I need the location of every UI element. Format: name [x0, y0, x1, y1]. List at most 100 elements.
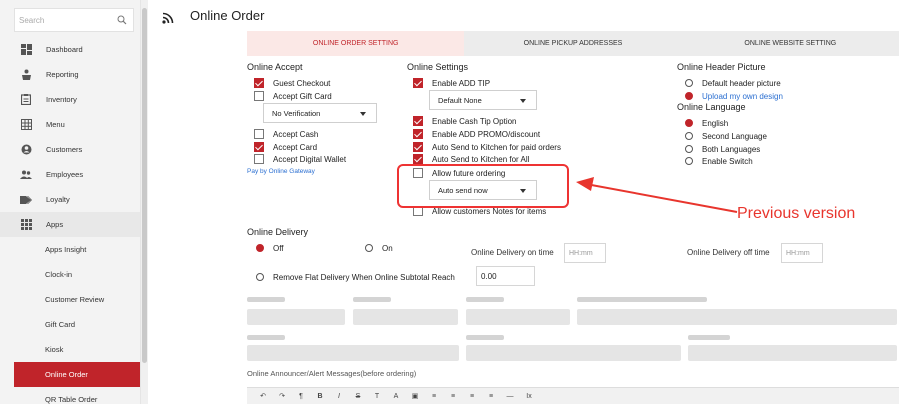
gift-card-verification-select[interactable]: No Verification [263, 103, 377, 123]
highlight-button[interactable]: ▣ [407, 392, 423, 400]
upload-design-radio[interactable] [685, 92, 693, 100]
kitchen-all-label: Auto Send to Kitchen for All [432, 154, 530, 164]
align-center-button[interactable]: ≡ [445, 393, 461, 400]
sidebar-subitem-gift-card[interactable]: Gift Card [14, 312, 140, 337]
enable-tip-option[interactable]: Enable ADD TIP [413, 77, 490, 89]
kitchen-paid-option[interactable]: Auto Send to Kitchen for paid orders [413, 141, 561, 153]
sidebar-item-inventory[interactable]: Inventory [0, 87, 140, 112]
tip-default-value: Default None [438, 95, 482, 105]
promo-checkbox[interactable] [413, 129, 423, 139]
reporting-icon [20, 69, 32, 81]
tab-online-pickup-addresses[interactable]: ONLINE PICKUP ADDRESSES [464, 31, 681, 56]
scrollbar-thumb[interactable] [142, 8, 147, 363]
sidebar-search[interactable] [14, 8, 134, 32]
sidebar-item-employees[interactable]: Employees [0, 162, 140, 187]
align-right-button[interactable]: ≡ [464, 393, 480, 400]
second-language-option[interactable]: Second Language [685, 130, 767, 142]
font-size-button[interactable]: T [369, 393, 385, 400]
sidebar-scrollbar[interactable] [140, 0, 148, 404]
delivery-on-option[interactable]: On [365, 242, 393, 254]
sidebar-item-reporting[interactable]: Reporting [0, 62, 140, 87]
sidebar-item-loyalty[interactable]: Loyalty [0, 187, 140, 212]
accept-card-checkbox[interactable] [254, 142, 264, 152]
promo-option[interactable]: Enable ADD PROMO/discount [413, 128, 540, 140]
enable-switch-option[interactable]: Enable Switch [685, 155, 753, 167]
kitchen-all-checkbox[interactable] [413, 154, 423, 164]
accept-wallet-checkbox[interactable] [254, 154, 264, 164]
dashboard-icon [20, 44, 32, 56]
both-languages-option[interactable]: Both Languages [685, 143, 760, 155]
font-color-button[interactable]: A [388, 393, 404, 400]
italic-button[interactable]: I [331, 393, 347, 400]
delivery-off-option[interactable]: Off [256, 242, 284, 254]
accept-card-option[interactable]: Accept Card [254, 141, 317, 153]
sidebar-item-customers[interactable]: Customers [0, 137, 140, 162]
delivery-on-time-input[interactable]: HH:mm [564, 243, 606, 263]
sidebar-item-dashboard[interactable]: Dashboard [0, 37, 140, 62]
guest-checkout-checkbox[interactable] [254, 78, 264, 88]
online-settings-title: Online Settings [407, 62, 469, 72]
pay-by-gateway-link[interactable]: Pay by Online Gateway [247, 168, 315, 175]
remove-flat-delivery-label: Remove Flat Delivery When Online Subtota… [273, 272, 455, 282]
sidebar-subitem-online-order[interactable]: Online Order [14, 362, 140, 387]
clear-format-button[interactable]: Ix [521, 393, 537, 400]
flat-delivery-amount-input[interactable]: 0.00 [476, 266, 535, 286]
sidebar-item-label: Apps [46, 220, 64, 229]
sidebar-subitem-clock-in[interactable]: Clock-in [14, 262, 140, 287]
sidebar-subitem-apps-insight[interactable]: Apps Insight [14, 237, 140, 262]
blurred-field [466, 309, 570, 325]
upload-design-option[interactable]: Upload my own design [685, 90, 783, 102]
redo-button[interactable]: ↷ [274, 392, 290, 400]
enable-tip-checkbox[interactable] [413, 78, 423, 88]
justify-button[interactable]: ≡ [483, 393, 499, 400]
upload-design-link[interactable]: Upload my own design [702, 92, 783, 101]
accept-gift-card-option[interactable]: Accept Gift Card [254, 90, 332, 102]
kitchen-paid-checkbox[interactable] [413, 142, 423, 152]
accept-cash-option[interactable]: Accept Cash [254, 128, 318, 140]
remove-flat-delivery-option[interactable]: Remove Flat Delivery When Online Subtota… [256, 271, 455, 283]
delivery-on-time-label: Online Delivery on time [471, 248, 554, 257]
sidebar-subitem-label: Online Order [45, 370, 88, 379]
sidebar-item-apps[interactable]: Apps [0, 212, 140, 237]
delivery-off-radio[interactable] [256, 244, 264, 252]
tab-online-order-setting[interactable]: ONLINE ORDER SETTING [247, 31, 465, 56]
both-languages-radio[interactable] [685, 145, 693, 153]
apps-grid-icon [20, 219, 32, 231]
search-icon[interactable] [117, 15, 127, 25]
undo-button[interactable]: ↶ [255, 392, 271, 400]
bold-button[interactable]: B [312, 393, 328, 400]
delivery-on-radio[interactable] [365, 244, 373, 252]
second-language-radio[interactable] [685, 132, 693, 140]
blurred-label [247, 335, 285, 340]
horizontal-rule-button[interactable]: — [502, 393, 518, 400]
delivery-off-time-input[interactable]: HH:mm [781, 243, 823, 263]
default-header-radio[interactable] [685, 79, 693, 87]
delivery-off-label: Off [273, 243, 284, 253]
english-radio[interactable] [685, 119, 693, 127]
sidebar: Dashboard Reporting Inventory Menu Custo… [0, 0, 140, 404]
cash-tip-checkbox[interactable] [413, 116, 423, 126]
sidebar-subitem-qr-table-order[interactable]: QR Table Order [14, 387, 140, 404]
accept-cash-checkbox[interactable] [254, 129, 264, 139]
tab-online-website-setting[interactable]: ONLINE WEBSITE SETTING [682, 31, 899, 56]
accept-wallet-option[interactable]: Accept Digital Wallet [254, 153, 346, 165]
sidebar-subitem-kiosk[interactable]: Kiosk [14, 337, 140, 362]
paragraph-button[interactable]: ¶ [293, 393, 309, 400]
employees-icon [20, 169, 32, 181]
blurred-label [353, 297, 391, 302]
accept-wallet-label: Accept Digital Wallet [273, 154, 347, 164]
enable-switch-radio[interactable] [685, 157, 693, 165]
cash-tip-option[interactable]: Enable Cash Tip Option [413, 115, 517, 127]
tip-default-select[interactable]: Default None [429, 90, 537, 110]
strikethrough-button[interactable]: S [350, 393, 366, 400]
guest-checkout-option[interactable]: Guest Checkout [254, 77, 330, 89]
english-option[interactable]: English [685, 117, 728, 129]
accept-card-label: Accept Card [273, 142, 318, 152]
sidebar-item-menu[interactable]: Menu [0, 112, 140, 137]
remove-flat-delivery-radio[interactable] [256, 273, 264, 281]
sidebar-subitem-customer-review[interactable]: Customer Review [14, 287, 140, 312]
align-left-button[interactable]: ≡ [426, 393, 442, 400]
default-header-option[interactable]: Default header picture [685, 77, 781, 89]
search-input[interactable] [19, 13, 109, 27]
accept-gift-card-checkbox[interactable] [254, 91, 264, 101]
